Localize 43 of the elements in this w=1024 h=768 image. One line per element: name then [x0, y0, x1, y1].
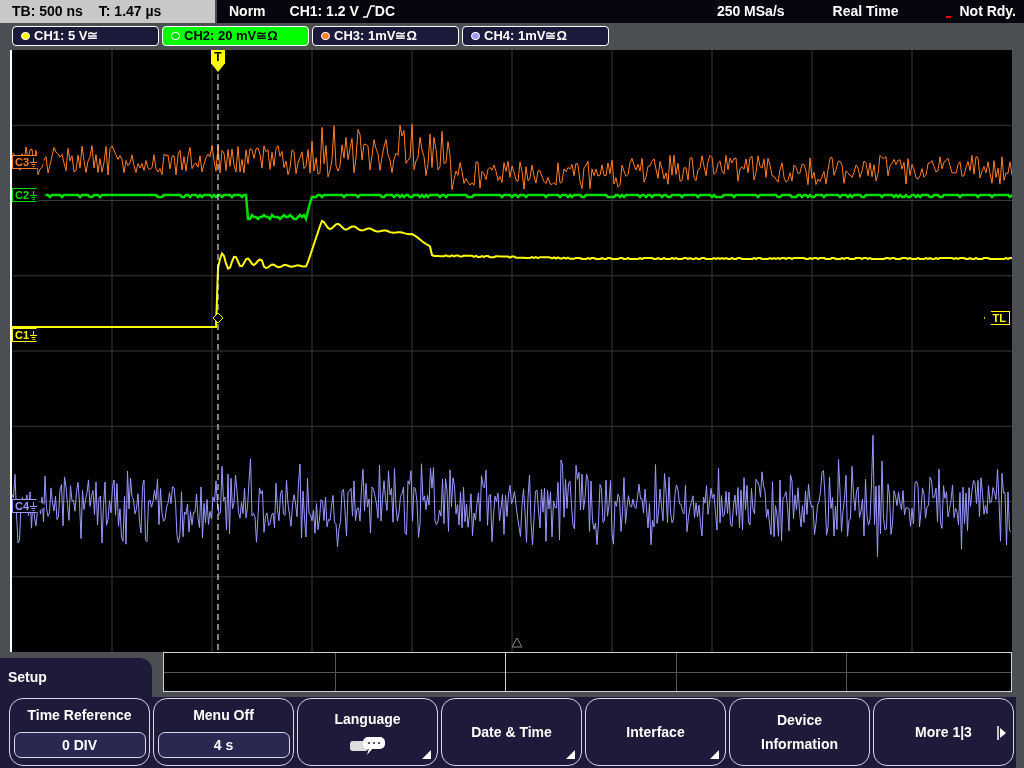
trigger-position-marker[interactable]: T	[211, 50, 225, 72]
softkey-label: Menu Off	[193, 706, 254, 725]
ground-icon	[30, 330, 38, 340]
ground-icon	[30, 501, 38, 511]
sample-rate: 250 MSa/s	[716, 2, 785, 21]
value-field[interactable]: 0 DIV	[13, 732, 146, 758]
rising-edge-icon	[362, 5, 375, 18]
status-indicator-icon	[946, 16, 952, 18]
channel-marker[interactable]: C3	[12, 155, 47, 169]
softkey-label: More 1|3	[915, 722, 972, 742]
trigger-time-reading: T: 1.47 µs	[98, 2, 162, 21]
trigger-point-icon	[212, 312, 224, 324]
speech-bubbles-icon	[348, 735, 387, 756]
softkey-label: Device Information	[760, 711, 839, 754]
timebase-reading: TB: 500 ns	[12, 2, 83, 21]
center-marker-icon	[511, 637, 523, 648]
channel-tab[interactable]: CH1: 5 V≅	[12, 26, 159, 46]
channel-tab[interactable]: CH3: 1mV≅Ω	[312, 26, 459, 46]
softkey-button[interactable]: More 1|3	[873, 698, 1014, 766]
trigger-source: CH1: 1.2 V	[289, 2, 359, 21]
softkey-button[interactable]: Date & Time	[441, 698, 582, 766]
softkey-button[interactable]: Language	[297, 698, 438, 766]
channel-marker[interactable]: C2	[12, 188, 47, 202]
softkey-button[interactable]: Interface	[585, 698, 726, 766]
softkey-label: Date & Time	[470, 723, 553, 742]
value-field[interactable]: 4 s	[157, 732, 290, 758]
softkey-label: Interface	[625, 723, 686, 742]
softkey-button[interactable]: Device Information	[729, 698, 870, 766]
softkey-label: Language	[334, 709, 401, 729]
channel-marker[interactable]: C4	[12, 499, 47, 513]
channel-tab[interactable]: CH4: 1mV≅Ω	[462, 26, 609, 46]
acquisition-mode: Real Time	[832, 2, 899, 21]
channel-tab[interactable]: CH2: 20 mV≅Ω	[162, 26, 309, 46]
softkey-button[interactable]: Menu Off 4 s	[153, 698, 294, 766]
softkey-label: Time Reference	[27, 706, 132, 725]
acquisition-state: Not Rdy.	[959, 2, 1016, 21]
trigger-coupling: DC	[374, 2, 396, 21]
softkey-button[interactable]: Time Reference 0 DIV	[9, 698, 150, 766]
trigger-level-marker[interactable]: TL	[983, 311, 1010, 325]
ground-icon	[30, 157, 38, 167]
trigger-mode: Norm	[229, 2, 266, 21]
next-page-icon	[997, 726, 1006, 740]
ground-icon	[30, 190, 38, 200]
